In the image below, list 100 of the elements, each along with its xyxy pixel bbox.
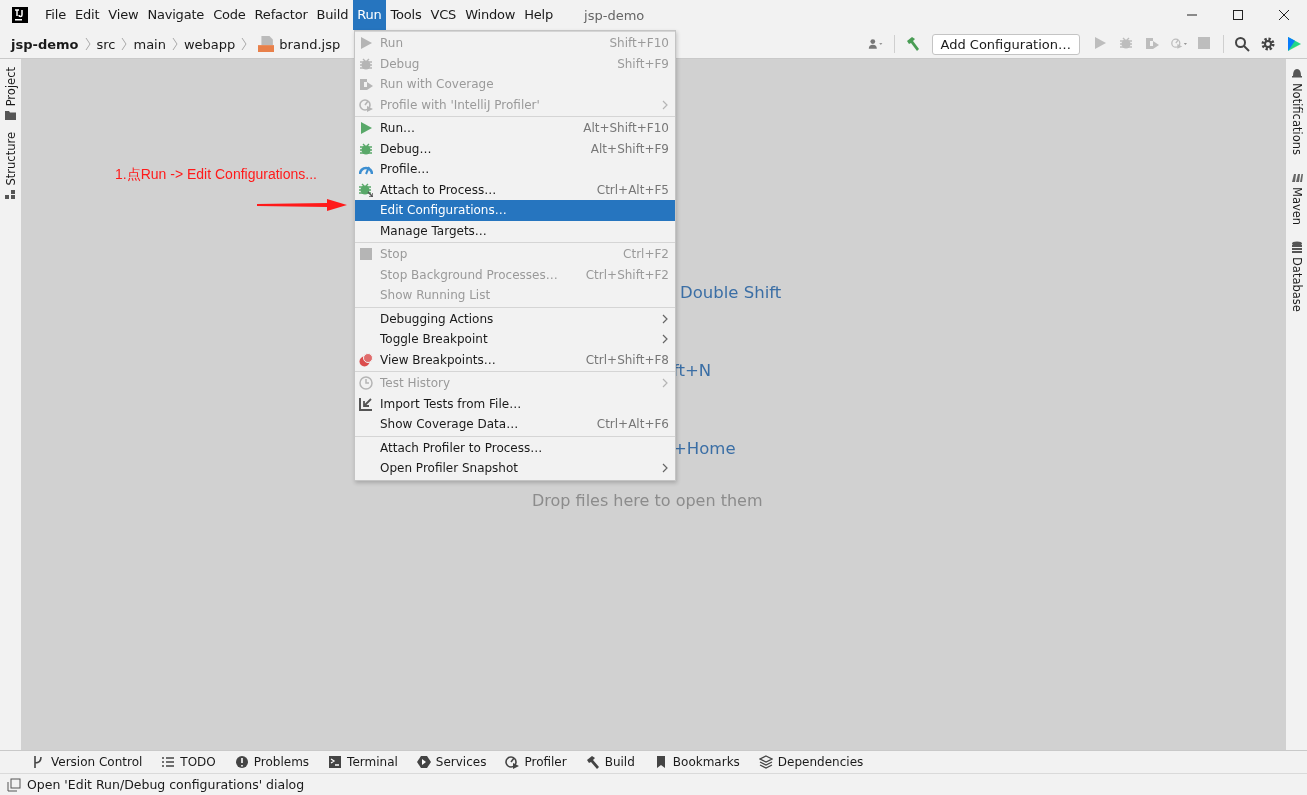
breadcrumb[interactable]: src [96,36,116,52]
menu-item[interactable]: View Breakpoints… Ctrl+Shift+F8 [355,349,675,370]
menu-item[interactable]: Debug… Alt+Shift+F9 [355,138,675,159]
menu-bar-item[interactable]: Refactor [250,0,312,30]
warning-circle-icon [234,755,249,769]
jsp-file-icon [258,36,275,52]
list-icon [161,755,176,769]
import-icon [359,396,373,411]
breadcrumb[interactable]: brand.jsp [279,36,341,52]
chevron-icon [241,37,248,51]
menu-item[interactable]: Import Tests from File… [355,393,675,414]
shortcut-text: Alt+Shift+F9 [590,141,669,156]
tool-window-button[interactable]: Services [416,755,487,769]
shortcut-text: Ctrl+Alt+F5 [596,182,669,197]
menu-item[interactable]: Open Profiler Snapshot [355,458,675,479]
services-icon [416,755,431,769]
tool-window-button[interactable]: Problems [234,755,310,769]
menu-item[interactable]: Profile… [355,159,675,180]
tool-window-button[interactable]: Profiler [505,755,567,769]
chevron-icon [121,37,128,51]
tool-window-tab[interactable]: Notifications [1289,83,1304,155]
tool-window-button[interactable]: Terminal [328,755,398,769]
folder-icon [5,110,16,121]
clock-icon [359,376,373,391]
menu-bar-item[interactable]: VCS [426,0,461,30]
tool-window-button[interactable]: Bookmarks [653,755,740,769]
menu-item[interactable]: Manage Targets… [355,220,675,241]
coverage-icon [359,77,373,92]
chevron-icon [171,37,178,51]
layers-icon [758,755,773,769]
breadcrumb[interactable]: webapp [183,36,236,52]
bug-arrow-icon [359,182,373,197]
drop-hint: Drop files here to open them [532,491,763,510]
stop-icon [359,247,373,262]
breakpoints-icon [359,352,373,367]
menu-bar-item[interactable]: Code [209,0,250,30]
menu-bar-item[interactable]: Build [312,0,353,30]
shortcut-text: Ctrl+Shift+F8 [585,352,669,367]
shortcut-text: Ctrl+Alt+F6 [596,417,669,432]
menu-bar-item[interactable]: File [41,0,70,30]
menu-item[interactable]: Show Coverage Data… Ctrl+Alt+F6 [355,414,675,435]
breadcrumb[interactable]: jsp-demo [11,36,79,52]
shortcut-text: Alt+Shift+F10 [583,121,669,136]
coverage-icon[interactable] [1145,36,1161,52]
bug-icon [359,56,373,71]
tool-window-tab[interactable]: Database [1289,257,1304,312]
chevron-icon [84,37,91,51]
terminal-icon [328,755,343,769]
shortcut-text: Shift+F9 [617,56,669,71]
status-message: Open 'Edit Run/Debug configurations' dialog [27,777,305,792]
tool-window-button[interactable]: Version Control [32,755,143,769]
app-logo-icon [12,7,28,23]
shortcut-hint: +Home [673,439,736,459]
play-logo-icon[interactable] [1286,36,1302,52]
configuration-button[interactable]: Add Configuration… [931,33,1080,55]
menu-bar-item[interactable]: Run [353,0,386,30]
profiler-caret-icon[interactable] [1171,36,1187,52]
menu-item[interactable]: Attach to Process… Ctrl+Alt+F5 [355,179,675,200]
database-icon [1290,241,1303,254]
menu-bar-item[interactable]: Help [520,0,558,30]
maximize-icon[interactable] [1232,9,1244,21]
window-icon [7,777,21,792]
bell-icon [1290,67,1303,79]
hammer-icon [585,755,600,769]
tool-window-tab[interactable]: Project [3,67,18,107]
window-title: jsp-demo [584,7,645,23]
search-icon[interactable] [1234,36,1250,52]
shortcut-hint: Double Shift [680,283,782,303]
tool-window-tab[interactable]: Maven [1289,187,1304,226]
menu-item[interactable]: Run… Alt+Shift+F10 [355,118,675,139]
menu-bar-item[interactable]: Edit [70,0,104,30]
menu-item[interactable]: Debugging Actions [355,308,675,329]
play-icon [359,121,373,136]
menu-bar-item[interactable]: View [104,0,143,30]
settings-icon[interactable] [1260,36,1276,52]
play-icon [359,36,373,51]
maven-icon [1290,171,1303,183]
tool-window-tab[interactable]: Structure [3,132,18,186]
user-caret-icon[interactable] [867,36,884,52]
shortcut-text: Ctrl+F2 [623,247,669,262]
stop-icon[interactable] [1197,36,1213,52]
menu-bar-item[interactable]: Window [461,0,520,30]
tool-window-button[interactable]: Dependencies [758,755,864,769]
annotation-text: 1.点Run -> Edit Configurations... [115,166,317,184]
profiler-icon [359,97,373,112]
tool-window-button[interactable]: TODO [161,755,216,769]
menu-item[interactable]: Toggle Breakpoint [355,329,675,350]
bug-icon [359,141,373,156]
menu-item[interactable]: Edit Configurations… [355,200,675,221]
hammer-icon[interactable] [904,36,921,52]
shortcut-text: Shift+F10 [609,36,669,51]
menu-item[interactable]: Attach Profiler to Process… [355,437,675,458]
close-icon[interactable] [1278,9,1290,21]
menu-bar-item[interactable]: Navigate [143,0,209,30]
breadcrumb[interactable]: main [133,36,166,52]
tool-window-button[interactable]: Build [585,755,635,769]
profiler-icon [505,755,520,769]
shortcut-text: Ctrl+Shift+F2 [585,267,669,282]
menu-bar-item[interactable]: Tools [386,0,426,30]
structure-icon [5,189,16,200]
